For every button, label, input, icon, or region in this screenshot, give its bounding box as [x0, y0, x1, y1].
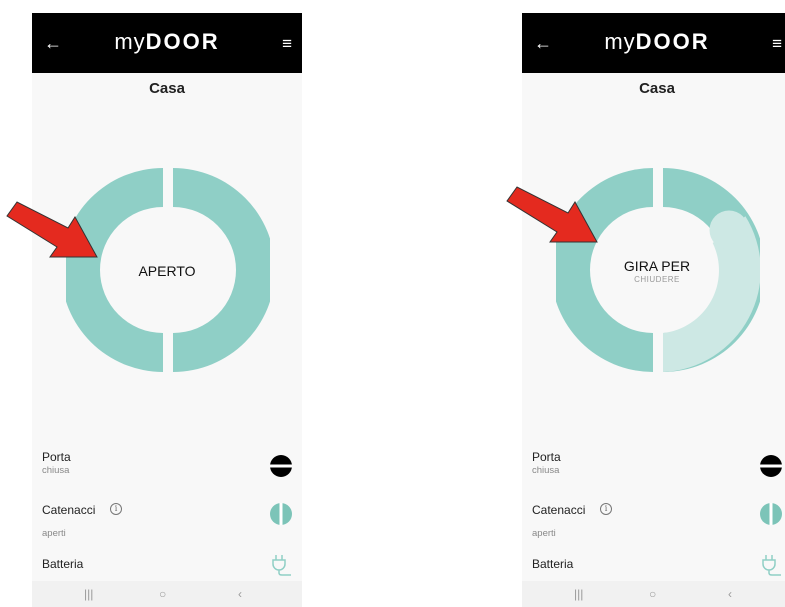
bolts-open-icon — [760, 503, 782, 525]
menu-button[interactable]: ≡ — [282, 34, 292, 54]
batteria-row: Batteria — [42, 555, 292, 577]
info-icon[interactable]: i — [110, 503, 122, 515]
nav-home-button[interactable]: ○ — [649, 587, 656, 601]
porta-row: Porta chiusa — [532, 450, 782, 480]
catenacci-label: Catenacci — [42, 503, 96, 517]
page-title: Casa — [149, 80, 185, 97]
porta-value: chiusa — [532, 465, 560, 476]
red-arrow-pointer — [6, 201, 98, 258]
phone-screen-turn: ← myDOOR ≡ Casa GIRA PER CHIUDERE Porta … — [522, 13, 785, 607]
page-title: Casa — [639, 80, 675, 97]
door-closed-icon — [760, 455, 782, 477]
system-navigation-bar: ||| ○ ‹ — [522, 581, 785, 607]
door-closed-icon — [270, 455, 292, 477]
app-logo: myDOOR — [114, 29, 220, 54]
app-header: ← myDOOR ≡ — [522, 13, 785, 73]
system-navigation-bar: ||| ○ ‹ — [32, 581, 302, 607]
porta-label: Porta — [532, 450, 561, 464]
batteria-label: Batteria — [42, 557, 84, 571]
phone-screen-open: ← myDOOR ≡ Casa APERTO Porta chiusa Cate… — [32, 13, 302, 607]
app-logo: myDOOR — [604, 29, 710, 54]
red-arrow-pointer — [506, 186, 598, 243]
catenacci-row: Catenacci i aperti — [42, 503, 292, 539]
plug-icon — [762, 555, 781, 576]
nav-back-button[interactable]: ‹ — [238, 587, 242, 601]
menu-button[interactable]: ≡ — [772, 34, 782, 54]
porta-value: chiusa — [42, 465, 70, 476]
catenacci-label: Catenacci — [532, 503, 586, 517]
nav-home-button[interactable]: ○ — [159, 587, 166, 601]
plug-icon — [272, 555, 291, 576]
info-icon[interactable]: i — [600, 503, 612, 515]
bolts-open-icon — [270, 503, 292, 525]
batteria-label: Batteria — [532, 557, 574, 571]
catenacci-value: aperti — [532, 528, 556, 539]
lock-status-sublabel: CHIUDERE — [634, 275, 680, 284]
catenacci-row: Catenacci i aperti — [532, 503, 782, 539]
app-header: ← myDOOR ≡ — [32, 13, 302, 73]
batteria-row: Batteria — [532, 555, 782, 577]
porta-row: Porta chiusa — [42, 450, 292, 480]
porta-label: Porta — [42, 450, 71, 464]
nav-back-button[interactable]: ‹ — [728, 587, 732, 601]
catenacci-value: aperti — [42, 528, 66, 539]
ring-drag-handle — [709, 210, 749, 250]
nav-recent-button[interactable]: ||| — [574, 587, 583, 601]
nav-recent-button[interactable]: ||| — [84, 587, 93, 601]
lock-status-label: GIRA PER — [623, 258, 691, 274]
